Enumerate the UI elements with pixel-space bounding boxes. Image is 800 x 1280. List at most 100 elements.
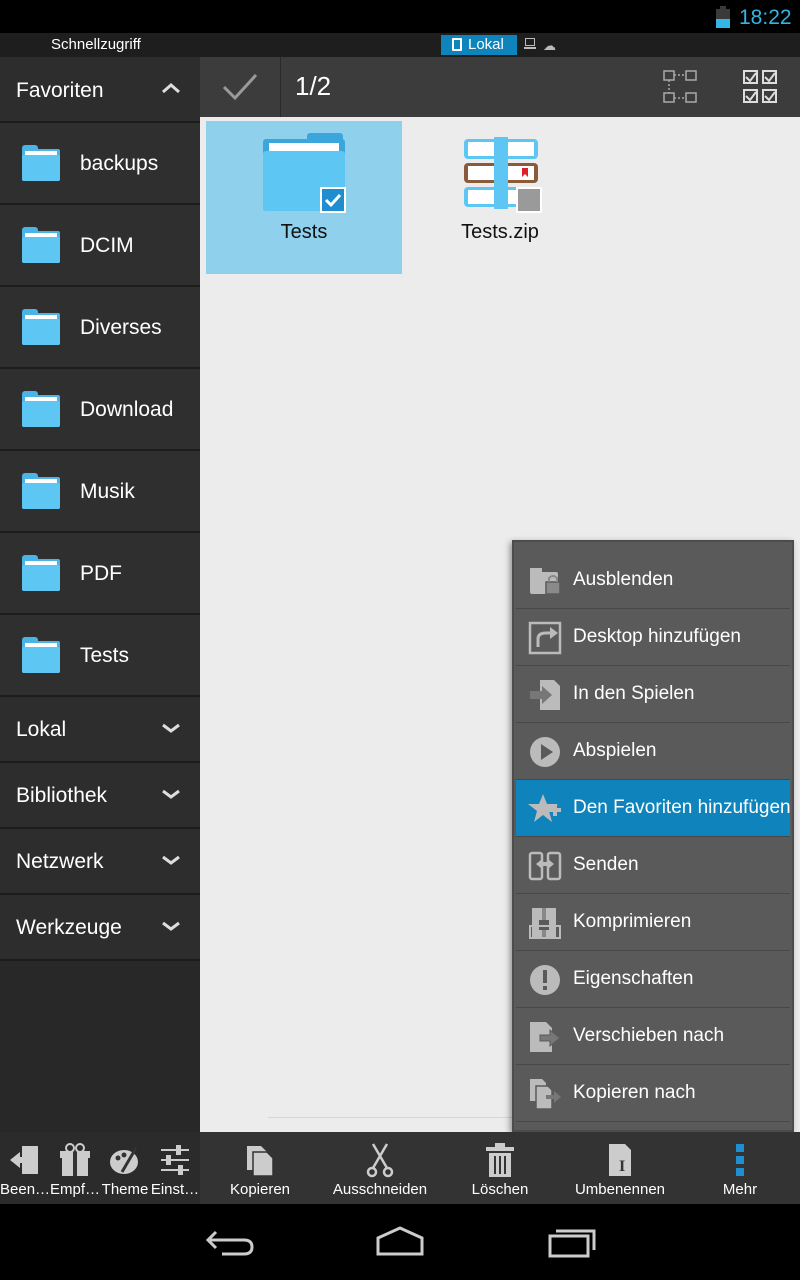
- folder-icon: [22, 227, 60, 263]
- sidebar-section[interactable]: Bibliothek: [0, 763, 200, 829]
- file-tile-archive[interactable]: Tests.zip: [402, 121, 598, 274]
- sidebar-section[interactable]: Werkzeuge: [0, 895, 200, 961]
- rename-button[interactable]: I Umbenennen: [560, 1132, 680, 1204]
- sidebar-favorite-item[interactable]: PDF: [0, 533, 200, 615]
- done-check-icon[interactable]: [220, 69, 260, 105]
- select-range-icon[interactable]: [662, 69, 698, 105]
- action-bar: Been… Empf… Theme Einst… Kopieren Aussch…: [0, 1132, 800, 1204]
- menu-item[interactable]: Eigenschaften: [516, 951, 790, 1008]
- folder-icon: [22, 473, 60, 509]
- star-plus-icon: [528, 794, 561, 822]
- sidebar-favorite-item[interactable]: Tests: [0, 615, 200, 697]
- menu-item[interactable]: Kopieren nach: [516, 1065, 790, 1122]
- sidebar-favorite-label: Download: [80, 398, 174, 421]
- more-button[interactable]: Mehr: [680, 1132, 800, 1204]
- menu-item-label: Abspielen: [573, 740, 657, 761]
- folder-icon: [22, 637, 60, 673]
- home-icon[interactable]: [372, 1224, 428, 1258]
- chevron-down-icon: [162, 855, 180, 865]
- settings-button[interactable]: Einst…: [150, 1132, 200, 1204]
- exit-button[interactable]: Been…: [0, 1132, 50, 1204]
- menu-item[interactable]: Verschieben nach: [516, 1008, 790, 1065]
- sidebar: Favoriten backups DCIM Diverses Download Mus…: [0, 57, 200, 1132]
- delete-label: Löschen: [471, 1181, 529, 1198]
- share-arrow-icon: [528, 621, 562, 655]
- rename-label: Umbenennen: [574, 1181, 666, 1198]
- sidebar-section-label: Netzwerk: [16, 850, 104, 873]
- select-all-icon[interactable]: [742, 69, 778, 105]
- cloud-icon[interactable]: ☁: [543, 38, 556, 54]
- checkbox-unchecked[interactable]: [516, 187, 542, 213]
- sidebar-header-label: Favoriten: [16, 79, 104, 102]
- sidebar-section-label: Bibliothek: [16, 784, 108, 807]
- file-tile-folder[interactable]: Tests: [206, 121, 402, 274]
- menu-item-label: Desktop hinzufügen: [573, 626, 741, 647]
- delete-button[interactable]: Löschen: [440, 1132, 560, 1204]
- play-icon: [530, 737, 560, 767]
- trash-icon: [486, 1143, 514, 1177]
- info-icon: [530, 965, 560, 995]
- folder-icon: [22, 555, 60, 591]
- recommend-button[interactable]: Empf…: [50, 1132, 100, 1204]
- quick-access-bar: Schnellzugriff Lokal ☁: [0, 33, 800, 57]
- svg-text:I: I: [619, 1158, 625, 1175]
- sidebar-favorite-label: Diverses: [80, 316, 162, 339]
- menu-item-label: Ausblenden: [573, 569, 674, 590]
- scissors-icon: [366, 1143, 394, 1178]
- enter-icon: [530, 680, 560, 710]
- checkbox-checked[interactable]: [320, 187, 346, 213]
- sidebar-favorite-label: PDF: [80, 562, 122, 585]
- sidebar-section[interactable]: Netzwerk: [0, 829, 200, 895]
- exit-label: Been…: [0, 1181, 51, 1198]
- location-tab-label: Lokal: [468, 36, 504, 53]
- chevron-up-icon: [162, 83, 180, 94]
- file-name: Tests: [280, 221, 328, 243]
- sliders-icon: [161, 1145, 189, 1175]
- copy-icon: [247, 1146, 274, 1177]
- cut-button[interactable]: Ausschneiden: [320, 1132, 440, 1204]
- sidebar-favorite-item[interactable]: Diverses: [0, 287, 200, 369]
- sidebar-favorite-item[interactable]: backups: [0, 123, 200, 205]
- recent-apps-icon[interactable]: [544, 1224, 600, 1258]
- computer-icon[interactable]: [524, 38, 536, 50]
- sidebar-section-label: Werkzeuge: [16, 916, 122, 939]
- folder-icon: [22, 391, 60, 427]
- chevron-down-icon: [162, 921, 180, 931]
- sidebar-section[interactable]: Lokal: [0, 697, 200, 763]
- location-tab-lokal[interactable]: Lokal: [441, 35, 517, 55]
- lock-folder-icon: [530, 568, 561, 595]
- quick-access-title: Schnellzugriff: [51, 36, 141, 53]
- status-bar: 18:22: [0, 0, 800, 33]
- selection-toolbar: 1/2: [200, 57, 800, 117]
- sidebar-favorite-item[interactable]: DCIM: [0, 205, 200, 287]
- menu-item[interactable]: Abspielen: [516, 723, 790, 780]
- menu-item[interactable]: Den Favoriten hinzufügen: [516, 780, 791, 837]
- menu-item[interactable]: Desktop hinzufügen: [516, 609, 790, 666]
- move-icon: [530, 1022, 561, 1052]
- palette-icon: [110, 1147, 138, 1174]
- back-icon[interactable]: [202, 1224, 258, 1258]
- chevron-down-icon: [162, 723, 180, 733]
- folder-icon: [22, 309, 60, 345]
- theme-button[interactable]: Theme: [100, 1132, 150, 1204]
- recommend-label: Empf…: [50, 1181, 101, 1198]
- menu-item-label: Verschieben nach: [573, 1025, 725, 1046]
- sidebar-section-label: Lokal: [16, 718, 67, 741]
- chevron-down-icon: [162, 789, 180, 799]
- sidebar-favorite-item[interactable]: Download: [0, 369, 200, 451]
- selection-count: 1/2: [295, 71, 332, 101]
- sidebar-favorite-label: Musik: [80, 480, 135, 503]
- menu-item[interactable]: Komprimieren: [516, 894, 790, 951]
- menu-item[interactable]: In den Spielen: [516, 666, 790, 723]
- sidebar-favorite-item[interactable]: Musik: [0, 451, 200, 533]
- copy-button[interactable]: Kopieren: [200, 1132, 320, 1204]
- more-vertical-icon: [736, 1144, 744, 1176]
- menu-item[interactable]: Ausblenden: [516, 552, 790, 609]
- theme-label: Theme: [101, 1181, 149, 1198]
- sidebar-favorite-label: backups: [80, 152, 159, 175]
- exit-icon: [10, 1146, 38, 1174]
- sidebar-header-favorites[interactable]: Favoriten: [0, 57, 200, 123]
- toolbar-divider: [280, 57, 281, 117]
- folder-icon: [22, 145, 60, 181]
- menu-item[interactable]: Senden: [516, 837, 790, 894]
